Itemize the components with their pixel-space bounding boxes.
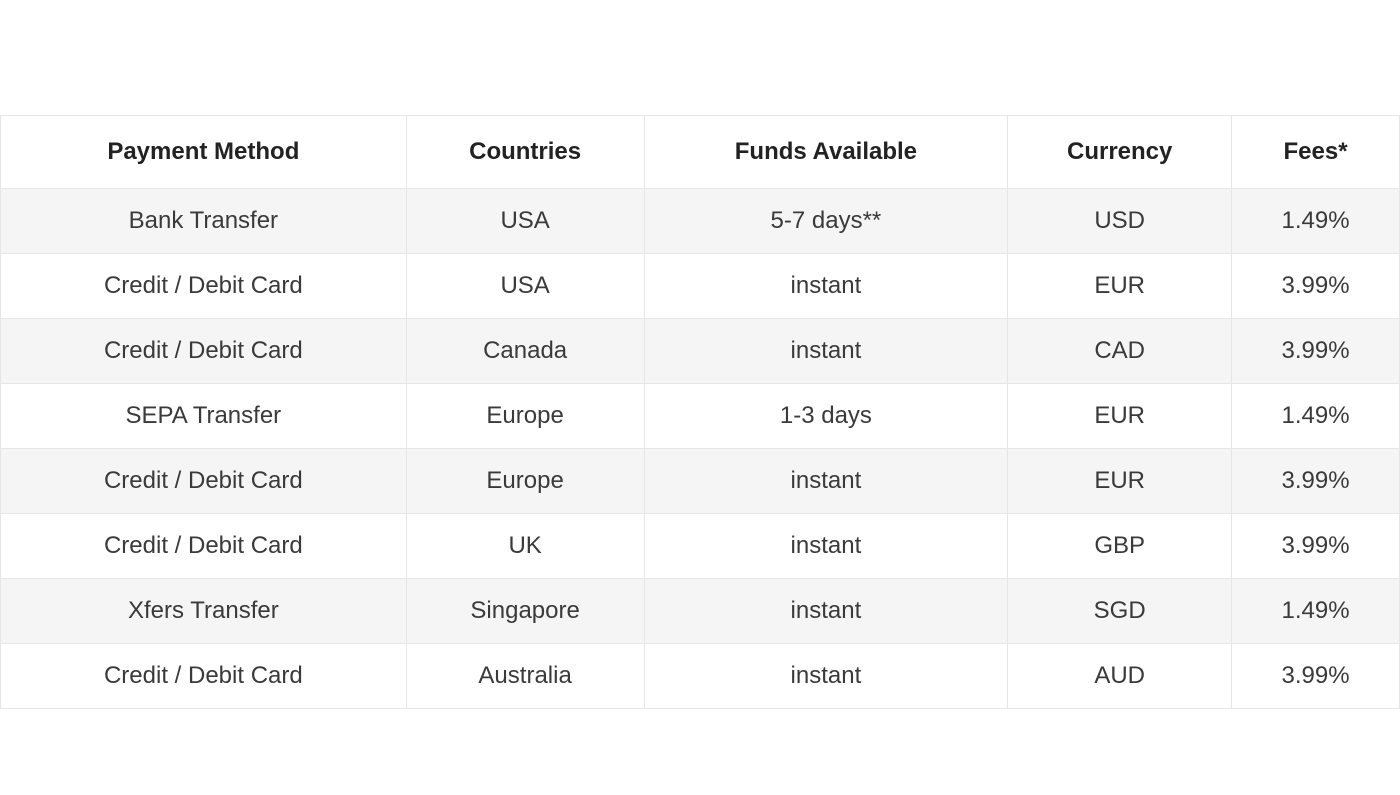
cell-funds-available: instant bbox=[644, 579, 1008, 644]
cell-payment-method: Credit / Debit Card bbox=[1, 514, 407, 579]
cell-currency: EUR bbox=[1008, 384, 1232, 449]
table-row: SEPA Transfer Europe 1-3 days EUR 1.49% bbox=[1, 384, 1400, 449]
cell-payment-method: Credit / Debit Card bbox=[1, 644, 407, 709]
cell-funds-available: 5-7 days** bbox=[644, 189, 1008, 254]
cell-payment-method: Credit / Debit Card bbox=[1, 449, 407, 514]
cell-payment-method: Credit / Debit Card bbox=[1, 319, 407, 384]
cell-countries: USA bbox=[406, 189, 644, 254]
cell-fees: 3.99% bbox=[1232, 449, 1400, 514]
cell-countries: Europe bbox=[406, 449, 644, 514]
cell-funds-available: instant bbox=[644, 514, 1008, 579]
table-row: Credit / Debit Card USA instant EUR 3.99… bbox=[1, 254, 1400, 319]
cell-countries: Singapore bbox=[406, 579, 644, 644]
header-currency: Currency bbox=[1008, 116, 1232, 189]
header-payment-method: Payment Method bbox=[1, 116, 407, 189]
cell-countries: Australia bbox=[406, 644, 644, 709]
payment-methods-table: Payment Method Countries Funds Available… bbox=[0, 115, 1400, 709]
cell-payment-method: Credit / Debit Card bbox=[1, 254, 407, 319]
header-countries: Countries bbox=[406, 116, 644, 189]
cell-payment-method: Xfers Transfer bbox=[1, 579, 407, 644]
cell-fees: 3.99% bbox=[1232, 644, 1400, 709]
cell-currency: EUR bbox=[1008, 254, 1232, 319]
table-row: Credit / Debit Card Europe instant EUR 3… bbox=[1, 449, 1400, 514]
table-row: Credit / Debit Card Canada instant CAD 3… bbox=[1, 319, 1400, 384]
cell-fees: 1.49% bbox=[1232, 579, 1400, 644]
cell-fees: 3.99% bbox=[1232, 514, 1400, 579]
cell-currency: USD bbox=[1008, 189, 1232, 254]
cell-fees: 3.99% bbox=[1232, 319, 1400, 384]
cell-payment-method: SEPA Transfer bbox=[1, 384, 407, 449]
table-row: Credit / Debit Card UK instant GBP 3.99% bbox=[1, 514, 1400, 579]
cell-funds-available: 1-3 days bbox=[644, 384, 1008, 449]
table-row: Credit / Debit Card Australia instant AU… bbox=[1, 644, 1400, 709]
cell-countries: Canada bbox=[406, 319, 644, 384]
cell-countries: UK bbox=[406, 514, 644, 579]
table-row: Bank Transfer USA 5-7 days** USD 1.49% bbox=[1, 189, 1400, 254]
cell-fees: 1.49% bbox=[1232, 189, 1400, 254]
cell-funds-available: instant bbox=[644, 254, 1008, 319]
cell-currency: EUR bbox=[1008, 449, 1232, 514]
cell-funds-available: instant bbox=[644, 319, 1008, 384]
payment-methods-table-wrap: Payment Method Countries Funds Available… bbox=[0, 115, 1400, 709]
cell-currency: AUD bbox=[1008, 644, 1232, 709]
cell-currency: CAD bbox=[1008, 319, 1232, 384]
header-fees: Fees* bbox=[1232, 116, 1400, 189]
table-row: Xfers Transfer Singapore instant SGD 1.4… bbox=[1, 579, 1400, 644]
cell-countries: Europe bbox=[406, 384, 644, 449]
cell-payment-method: Bank Transfer bbox=[1, 189, 407, 254]
cell-fees: 3.99% bbox=[1232, 254, 1400, 319]
cell-currency: SGD bbox=[1008, 579, 1232, 644]
cell-currency: GBP bbox=[1008, 514, 1232, 579]
cell-fees: 1.49% bbox=[1232, 384, 1400, 449]
cell-funds-available: instant bbox=[644, 449, 1008, 514]
cell-funds-available: instant bbox=[644, 644, 1008, 709]
table-header-row: Payment Method Countries Funds Available… bbox=[1, 116, 1400, 189]
header-funds-available: Funds Available bbox=[644, 116, 1008, 189]
cell-countries: USA bbox=[406, 254, 644, 319]
